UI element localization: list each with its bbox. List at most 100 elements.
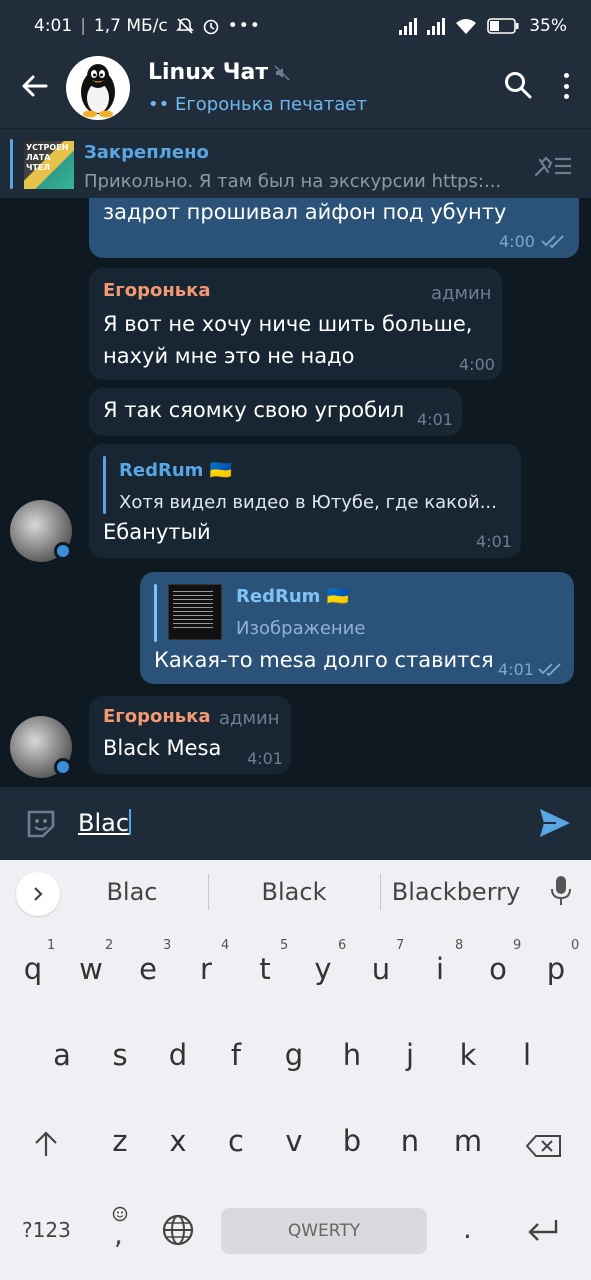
sender-name[interactable]: Егоронька: [103, 280, 211, 301]
status-divider: |: [80, 16, 86, 36]
key-r[interactable]: r: [183, 952, 229, 986]
key-hint: 6: [338, 938, 347, 953]
reply-author[interactable]: RedRum 🇺🇦: [236, 586, 349, 607]
backspace-icon[interactable]: [526, 1134, 562, 1158]
key-hint: 5: [280, 938, 289, 953]
message-time: 4:01: [247, 749, 283, 768]
search-icon[interactable]: [503, 70, 533, 100]
key-g[interactable]: g: [271, 1038, 317, 1072]
key-x[interactable]: x: [155, 1124, 201, 1158]
space-key[interactable]: QWERTY: [221, 1208, 427, 1254]
reply-text[interactable]: Изображение: [236, 618, 365, 639]
key-hint: 0: [571, 938, 580, 953]
message-composer: Blac: [0, 787, 591, 860]
key-v[interactable]: v: [271, 1124, 317, 1158]
message-list[interactable]: задрот прошивал айфон под убунту 4:00 Ег…: [0, 198, 591, 787]
mute-icon: [274, 65, 290, 81]
key-d[interactable]: d: [155, 1038, 201, 1072]
pinned-thumb-text: УСТРОЕН ЛАТА ЧТЕЛ: [26, 143, 69, 172]
read-checks-icon: [538, 663, 561, 676]
message-time: 4:01: [417, 410, 453, 429]
sender-name[interactable]: Егоронька: [103, 706, 211, 727]
message-bubble-incoming[interactable]: Егоронька админ Black Mesa 4:01: [89, 696, 291, 774]
key-y[interactable]: y: [300, 952, 346, 986]
suggestion-2[interactable]: Black: [232, 878, 356, 906]
message-text: Я так сяомку свою угробил: [103, 398, 405, 422]
key-period[interactable]: .: [463, 1212, 472, 1245]
message-text: Black Mesa: [103, 736, 222, 760]
message-bubble-incoming[interactable]: Егоронька админ Я вот не хочу ниче шить …: [89, 268, 502, 380]
key-i[interactable]: i: [417, 952, 463, 986]
key-a[interactable]: a: [39, 1038, 85, 1072]
key-w[interactable]: w: [68, 952, 114, 986]
suggestion-3[interactable]: Blackberry: [386, 878, 526, 906]
key-o[interactable]: o: [475, 952, 521, 986]
key-z[interactable]: z: [97, 1124, 143, 1158]
message-bubble-incoming[interactable]: RedRum 🇺🇦 Хотя видел видео в Ютубе, где …: [89, 444, 521, 558]
key-m[interactable]: m: [445, 1124, 491, 1158]
key-f[interactable]: f: [213, 1038, 259, 1072]
microphone-icon[interactable]: [550, 874, 572, 908]
pinned-message[interactable]: УСТРОЕН ЛАТА ЧТЕЛ Закреплено Прикольно. …: [0, 128, 591, 198]
pin-list-icon[interactable]: [533, 151, 573, 179]
signal-icon-2: [427, 17, 446, 35]
sender-avatar[interactable]: [10, 716, 72, 778]
send-icon[interactable]: [538, 807, 572, 839]
message-text: Я вот не хочу ниче шить больше,: [103, 312, 473, 336]
message-input[interactable]: Blac: [78, 809, 132, 837]
suggestion-1[interactable]: Blac: [82, 878, 182, 906]
key-t[interactable]: t: [242, 952, 288, 986]
thumbnail-terminal-lines: [173, 591, 213, 631]
message-input-value: Blac: [78, 809, 130, 837]
key-j[interactable]: j: [387, 1038, 433, 1072]
key-h[interactable]: h: [329, 1038, 375, 1072]
sticker-icon[interactable]: [24, 807, 58, 841]
message-time: 4:01: [476, 532, 512, 551]
key-comma[interactable]: ,: [114, 1218, 123, 1251]
key-hint: 8: [455, 938, 464, 953]
key-e[interactable]: e: [125, 952, 171, 986]
wifi-icon: [456, 19, 477, 34]
key-hint: 2: [105, 938, 114, 953]
message-bubble-outgoing[interactable]: RedRum 🇺🇦 Изображение Какая-то mesa долг…: [140, 572, 574, 684]
suggestion-separator: [208, 874, 209, 910]
battery-percent: 35%: [529, 16, 567, 36]
tux-penguin-icon: [81, 64, 115, 118]
expand-chevron-icon[interactable]: [16, 872, 60, 916]
key-symbols[interactable]: ?123: [22, 1218, 71, 1242]
key-p[interactable]: p: [533, 952, 579, 986]
admin-badge: админ: [431, 283, 492, 304]
reply-author[interactable]: RedRum 🇺🇦: [119, 460, 232, 481]
battery-icon: [487, 18, 519, 34]
key-u[interactable]: u: [358, 952, 404, 986]
pinned-thumbnail: УСТРОЕН ЛАТА ЧТЕЛ: [24, 141, 74, 189]
key-s[interactable]: s: [97, 1038, 143, 1072]
message-bubble-incoming[interactable]: Я так сяомку свою угробил 4:01: [89, 388, 462, 436]
shift-icon[interactable]: [33, 1130, 59, 1158]
message-bubble-outgoing[interactable]: задрот прошивал айфон под убунту 4:00: [89, 198, 579, 258]
key-q[interactable]: q: [10, 952, 56, 986]
reply-text[interactable]: Хотя видел видео в Ютубе, где какой...: [119, 492, 497, 513]
key-k[interactable]: k: [445, 1038, 491, 1072]
text-caret: [129, 809, 132, 835]
enter-icon[interactable]: [526, 1218, 560, 1242]
sender-avatar[interactable]: [10, 500, 72, 562]
globe-icon[interactable]: [162, 1214, 194, 1246]
message-text: Ебанутый: [103, 520, 211, 544]
key-n[interactable]: n: [387, 1124, 433, 1158]
suggestion-separator: [380, 874, 381, 910]
reply-image-thumbnail[interactable]: [168, 584, 222, 640]
key-l[interactable]: l: [504, 1038, 550, 1072]
chat-avatar[interactable]: [66, 56, 130, 120]
chat-title[interactable]: Linux Чат: [148, 60, 268, 85]
typing-status: •• Егоронька печатает: [148, 94, 367, 115]
read-checks-icon: [541, 235, 564, 248]
more-menu-icon[interactable]: [560, 70, 572, 102]
back-arrow-icon[interactable]: [18, 70, 50, 102]
reply-bar: [154, 584, 157, 642]
online-dot: [54, 542, 72, 560]
key-b[interactable]: b: [329, 1124, 375, 1158]
key-c[interactable]: c: [213, 1124, 259, 1158]
message-time: 4:00: [459, 355, 495, 374]
message-text: Какая-то mesa долго ставится: [154, 648, 494, 672]
